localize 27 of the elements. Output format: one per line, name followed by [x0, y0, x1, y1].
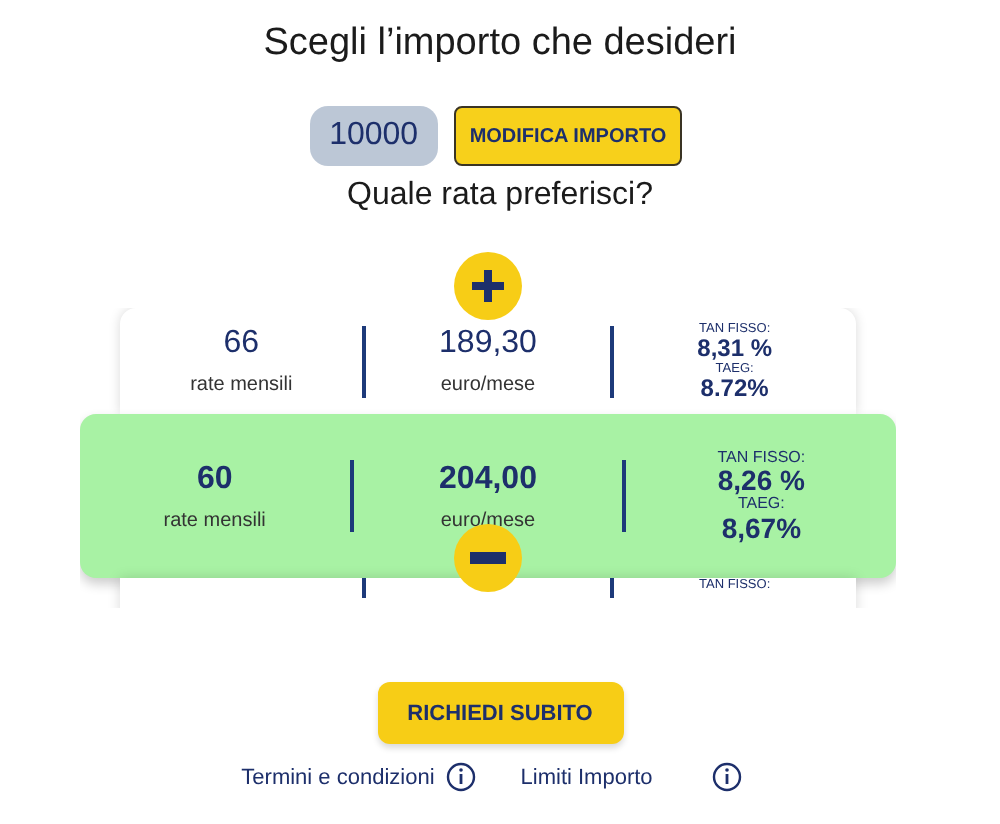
months-label: rate mensili [190, 374, 293, 396]
info-icon[interactable] [446, 762, 477, 792]
info-link[interactable]: Termini e condizioni [241, 765, 435, 789]
months-value: 66 [223, 326, 260, 362]
payment-label: euro/mese [440, 374, 536, 396]
page-title: Scegli l’importo che desideri [263, 22, 737, 66]
question-text: Quale rata preferisci? [347, 178, 653, 214]
tan-value: 8,31 % [697, 335, 772, 361]
info-link[interactable]: Limiti Importo [520, 765, 653, 789]
minus-icon [470, 552, 506, 564]
taeg-value: 8,67% [721, 513, 802, 543]
plus-icon [472, 270, 504, 302]
payment-value: 204,00 [439, 461, 537, 497]
edit-amount-button[interactable]: MODIFICA IMPORTO [453, 106, 683, 166]
increase-button[interactable] [454, 252, 522, 320]
months-value: 60 [196, 461, 233, 497]
tan-label: TAN FISSO: [717, 449, 806, 467]
request-button[interactable]: RICHIEDI SUBITO [377, 682, 623, 744]
amount-field[interactable]: 10000 [309, 106, 438, 166]
payment-value: 189,30 [439, 326, 537, 362]
months-label: rate mensili [163, 509, 266, 531]
payment-label: euro/mese [440, 509, 536, 531]
rate-option[interactable]: 60 rate mensili 204,00 euro/mese TAN FISSO: 8,26 % TAEG: 8,67% [80, 414, 896, 578]
info-icon[interactable] [712, 762, 743, 792]
tan-value: 8,26 % [717, 466, 805, 496]
taeg-value: 8.72% [700, 375, 769, 401]
taeg-label: TAEG: [737, 496, 785, 514]
